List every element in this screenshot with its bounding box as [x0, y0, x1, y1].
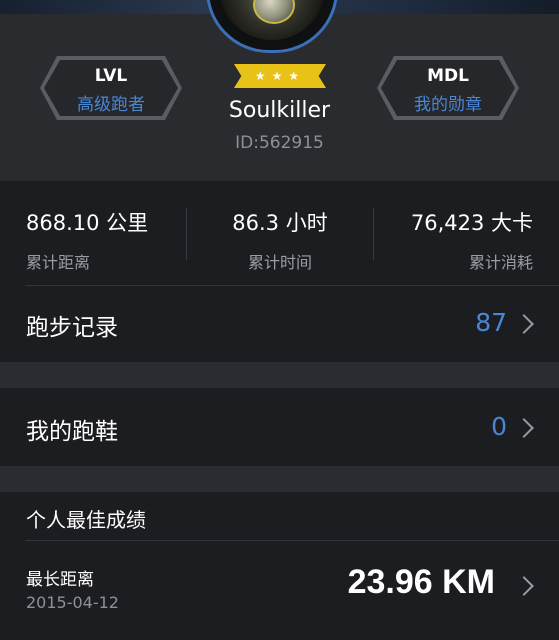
star-icon: ★★★ [254, 69, 306, 83]
section-gap [0, 466, 559, 492]
stat-divider [373, 208, 374, 260]
my-shoes-count: 0 [491, 412, 507, 441]
stat-label: 累计时间 [247, 253, 312, 272]
stat-total-time: 86.3 小时 累计时间 [187, 181, 373, 285]
longest-distance-value: 23.96 KM [347, 563, 495, 601]
stat-label: 累计消耗 [468, 253, 533, 272]
chevron-right-icon [514, 576, 534, 596]
avatar-image [219, 0, 325, 40]
longest-distance-date: 2015-04-12 [26, 593, 119, 612]
stat-value: 868.10 公里 [26, 211, 149, 235]
rank-stars-ribbon: ★★★ [234, 64, 326, 88]
user-id: ID:562915 [235, 133, 324, 153]
stats-panel: 868.10 公里 累计距离 86.3 小时 累计时间 76,423 大卡 累计… [0, 181, 559, 285]
personal-best-title: 个人最佳成绩 [26, 508, 146, 532]
username: Soulkiller [228, 98, 331, 123]
medal-badge-code: MDL [427, 66, 469, 86]
chevron-right-icon [514, 418, 534, 438]
run-records-count: 87 [475, 308, 507, 337]
stat-value: 76,423 大卡 [410, 211, 533, 235]
stat-label: 累计距离 [26, 253, 91, 272]
section-gap [0, 362, 559, 388]
personal-best-header: 个人最佳成绩 [0, 492, 559, 540]
stat-divider [186, 208, 187, 260]
chevron-right-icon [514, 314, 534, 334]
stat-total-distance: 868.10 公里 累计距离 [26, 181, 186, 285]
stat-total-calories: 76,423 大卡 累计消耗 [374, 181, 533, 285]
level-badge-code: LVL [94, 66, 128, 86]
run-records-label: 跑步记录 [26, 315, 118, 341]
stat-value: 86.3 小时 [232, 211, 328, 235]
my-shoes-label: 我的跑鞋 [26, 419, 118, 445]
my-shoes-row[interactable]: 我的跑鞋 0 [0, 388, 559, 466]
longest-distance-label: 最长距离 [26, 570, 94, 590]
avatar-watch-face [253, 0, 295, 24]
longest-distance-row[interactable]: 最长距离 2015-04-12 23.96 KM [0, 541, 559, 640]
run-records-row[interactable]: 跑步记录 87 [0, 286, 559, 362]
